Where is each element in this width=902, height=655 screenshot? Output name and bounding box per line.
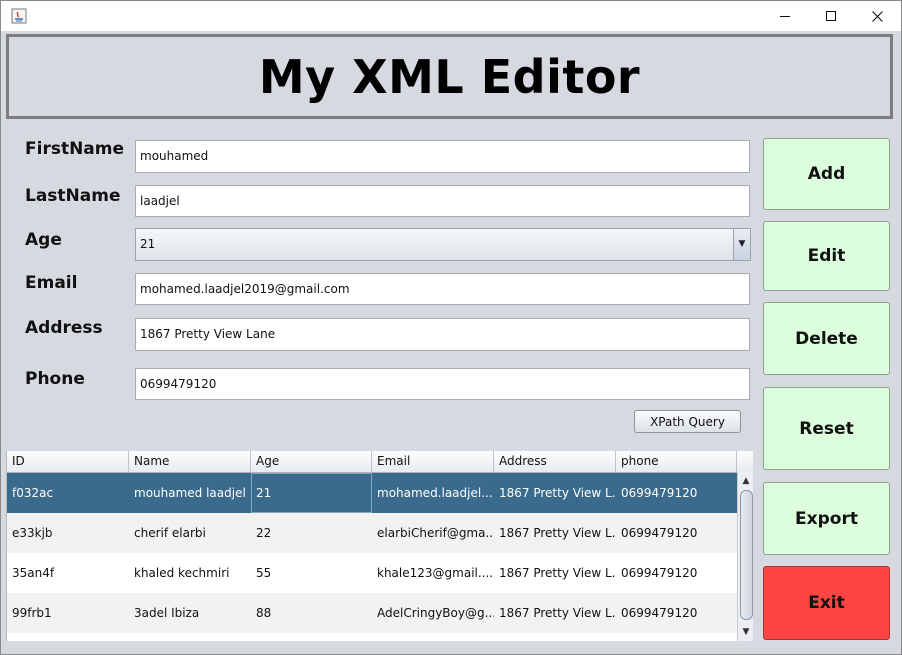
email-label: Email — [25, 273, 78, 293]
page-title: My XML Editor — [258, 49, 641, 104]
table-cell[interactable]: khaled kechmiri — [129, 553, 251, 593]
column-header-id[interactable]: ID — [7, 451, 129, 472]
table-cell[interactable]: 88 — [251, 593, 372, 633]
table-cell[interactable]: 0699479120 — [616, 513, 737, 553]
table-row[interactable]: 99frb1 3adel Ibiza 88 AdelCringyBoy@g...… — [7, 593, 737, 633]
title-bar — [1, 1, 901, 31]
table-cell[interactable]: 35an4f — [7, 553, 129, 593]
export-button[interactable]: Export — [763, 482, 890, 555]
minimize-button[interactable] — [762, 1, 808, 31]
close-button[interactable] — [854, 1, 900, 31]
app-window: My XML Editor FirstName LastName Age Ema… — [0, 0, 902, 655]
column-header-phone[interactable]: phone — [616, 451, 737, 472]
table-vertical-scrollbar[interactable]: ▲ ▼ — [737, 472, 753, 641]
close-icon — [871, 10, 883, 22]
table-cell[interactable]: 0699479120 — [616, 473, 737, 513]
column-header-email[interactable]: Email — [372, 451, 494, 472]
table-cell[interactable]: 3adel Ibiza — [129, 593, 251, 633]
table-cell[interactable]: e33kjb — [7, 513, 129, 553]
table-header: ID Name Age Email Address phone — [7, 451, 737, 473]
table-cell[interactable]: 99frb1 — [7, 593, 129, 633]
table-row[interactable]: 35an4f khaled kechmiri 55 khale123@gmail… — [7, 553, 737, 593]
table-cell[interactable]: 0699479120 — [616, 593, 737, 633]
reset-button[interactable]: Reset — [763, 387, 890, 470]
maximize-button[interactable] — [808, 1, 854, 31]
table-cell[interactable]: 1867 Pretty View L... — [494, 513, 616, 553]
table-cell[interactable]: 1867 Pretty View L... — [494, 553, 616, 593]
address-input[interactable]: 1867 Pretty View Lane — [135, 318, 750, 351]
xpath-query-button[interactable]: XPath Query — [634, 410, 741, 433]
maximize-icon — [826, 11, 836, 21]
email-input[interactable]: mohamed.laadjel2019@gmail.com — [135, 273, 750, 305]
table-cell[interactable]: mohamed.laadjel... — [372, 473, 494, 513]
records-table[interactable]: ID Name Age Email Address phone f032ac m… — [6, 451, 753, 641]
table-cell[interactable]: elarbiCherif@gma... — [372, 513, 494, 553]
phone-input[interactable]: 0699479120 — [135, 368, 750, 400]
table-cell[interactable]: 0699479120 — [616, 553, 737, 593]
table-corner — [737, 451, 753, 473]
table-cell[interactable]: f032ac — [7, 473, 129, 513]
scrollbar-thumb[interactable] — [740, 490, 753, 620]
exit-button[interactable]: Exit — [763, 566, 890, 640]
age-combobox[interactable]: 21 ▼ — [135, 228, 751, 261]
age-combobox-value: 21 — [140, 237, 156, 251]
table-cell[interactable]: 1867 Pretty View L... — [494, 593, 616, 633]
edit-button[interactable]: Edit — [763, 221, 890, 291]
chevron-down-icon[interactable]: ▼ — [733, 229, 750, 260]
address-label: Address — [25, 318, 103, 338]
lastname-label: LastName — [25, 186, 121, 206]
add-button[interactable]: Add — [763, 138, 890, 210]
java-app-icon — [11, 8, 27, 24]
table-cell[interactable]: 55 — [251, 553, 372, 593]
scroll-up-icon[interactable]: ▲ — [738, 474, 753, 488]
table-row[interactable]: e33kjb cherif elarbi 22 elarbiCherif@gma… — [7, 513, 737, 553]
scroll-down-icon[interactable]: ▼ — [738, 625, 753, 639]
phone-label: Phone — [25, 369, 85, 389]
table-cell[interactable]: mouhamed laadjel — [129, 473, 251, 513]
table-cell[interactable]: AdelCringyBoy@g... — [372, 593, 494, 633]
table-cell[interactable]: 22 — [251, 513, 372, 553]
table-row[interactable]: f032ac mouhamed laadjel 21 mohamed.laadj… — [7, 473, 737, 513]
column-header-address[interactable]: Address — [494, 451, 616, 472]
minimize-icon — [780, 16, 790, 17]
delete-button[interactable]: Delete — [763, 302, 890, 375]
age-label: Age — [25, 230, 62, 250]
table-cell[interactable]: 1867 Pretty View L... — [494, 473, 616, 513]
lastname-input[interactable]: laadjel — [135, 185, 750, 217]
table-cell[interactable]: khale123@gmail.... — [372, 553, 494, 593]
firstname-input[interactable]: mouhamed — [135, 140, 750, 173]
column-header-age[interactable]: Age — [251, 451, 372, 472]
app-header: My XML Editor — [6, 34, 893, 119]
table-cell[interactable]: cherif elarbi — [129, 513, 251, 553]
table-cell[interactable]: 21 — [251, 473, 372, 513]
column-header-name[interactable]: Name — [129, 451, 251, 472]
firstname-label: FirstName — [25, 139, 125, 159]
